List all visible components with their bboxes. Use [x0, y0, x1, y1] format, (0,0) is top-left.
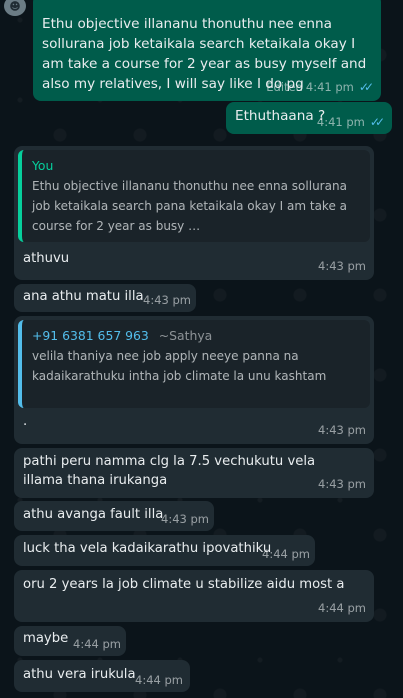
- message-text: maybe: [23, 631, 69, 646]
- message-time: 4:43 pm: [318, 423, 366, 437]
- message-text: athu vera irukula: [23, 667, 136, 682]
- message-meta: 4:43 pm: [318, 475, 366, 494]
- quoted-message[interactable]: +91 6381 657 963 ~Sathya velila thaniya …: [18, 320, 370, 408]
- message-text: athu avanga fault illa: [23, 507, 164, 522]
- message-incoming[interactable]: athu vera irukula 4:44 pm: [14, 660, 190, 692]
- message-time: 4:44 pm: [73, 637, 121, 651]
- message-meta: 4:43 pm: [318, 257, 366, 276]
- quoted-message[interactable]: You Ethu objective illananu thonuthu nee…: [18, 150, 370, 242]
- avatar[interactable]: ☻: [4, 0, 26, 16]
- double-check-icon: ✓✓: [358, 80, 374, 94]
- message-incoming[interactable]: athu avanga fault illa 4:43 pm: [14, 501, 214, 531]
- message-text: oru 2 years la job climate u stabilize a…: [23, 577, 345, 592]
- quote-author-name: ~Sathya: [158, 328, 213, 343]
- message-text: luck tha vela kadaikarathu ipovathiku: [23, 541, 272, 556]
- message-meta: 4:43 pm: [318, 421, 366, 440]
- message-outgoing[interactable]: Ethu objective illananu thonuthu nee enn…: [33, 0, 381, 101]
- message-time: 4:41 pm: [305, 80, 354, 94]
- message-incoming[interactable]: oru 2 years la job climate u stabilize a…: [14, 570, 374, 622]
- message-time: 4:43 pm: [318, 259, 366, 273]
- message-text: pathi peru namma clg la 7.5 vechukutu ve…: [23, 454, 316, 488]
- message-incoming[interactable]: pathi peru namma clg la 7.5 vechukutu ve…: [14, 448, 374, 498]
- message-meta: 4:44 pm: [318, 599, 366, 618]
- message-time: 4:44 pm: [262, 547, 310, 561]
- message-meta: Edited 4:41 pm ✓✓: [266, 78, 374, 97]
- message-text: Ethuthaana ?: [235, 108, 326, 124]
- message-incoming[interactable]: You Ethu objective illananu thonuthu nee…: [14, 146, 374, 280]
- quote-text: Ethu objective illananu thonuthu nee enn…: [32, 179, 347, 233]
- message-outgoing[interactable]: Ethuthaana ? 4:41 pm ✓✓: [226, 102, 392, 134]
- message-time: 4:44 pm: [135, 673, 183, 687]
- message-text: ana athu matu illa: [23, 289, 144, 304]
- message-text: athuvu: [23, 251, 70, 266]
- message-incoming[interactable]: maybe 4:44 pm: [14, 626, 126, 656]
- quote-text: velila thaniya nee job apply neeye panna…: [32, 349, 327, 383]
- double-check-icon: ✓✓: [369, 115, 385, 129]
- message-incoming[interactable]: +91 6381 657 963 ~Sathya velila thaniya …: [14, 316, 374, 444]
- quote-author: +91 6381 657 963: [32, 328, 149, 343]
- message-time: 4:41 pm: [316, 115, 365, 129]
- edited-label: Edited: [266, 80, 303, 94]
- message-time: 4:43 pm: [143, 293, 191, 307]
- quote-author: You: [32, 158, 54, 173]
- message-incoming[interactable]: ana athu matu illa 4:43 pm: [14, 284, 196, 312]
- message-text: .: [23, 414, 28, 429]
- message-time: 4:44 pm: [318, 601, 366, 615]
- message-time: 4:43 pm: [161, 512, 209, 526]
- message-incoming[interactable]: luck tha vela kadaikarathu ipovathiku 4:…: [14, 535, 315, 566]
- message-time: 4:43 pm: [318, 477, 366, 491]
- quote-author-line: +91 6381 657 963 ~Sathya: [32, 326, 360, 346]
- message-meta: 4:41 pm ✓✓: [316, 113, 385, 132]
